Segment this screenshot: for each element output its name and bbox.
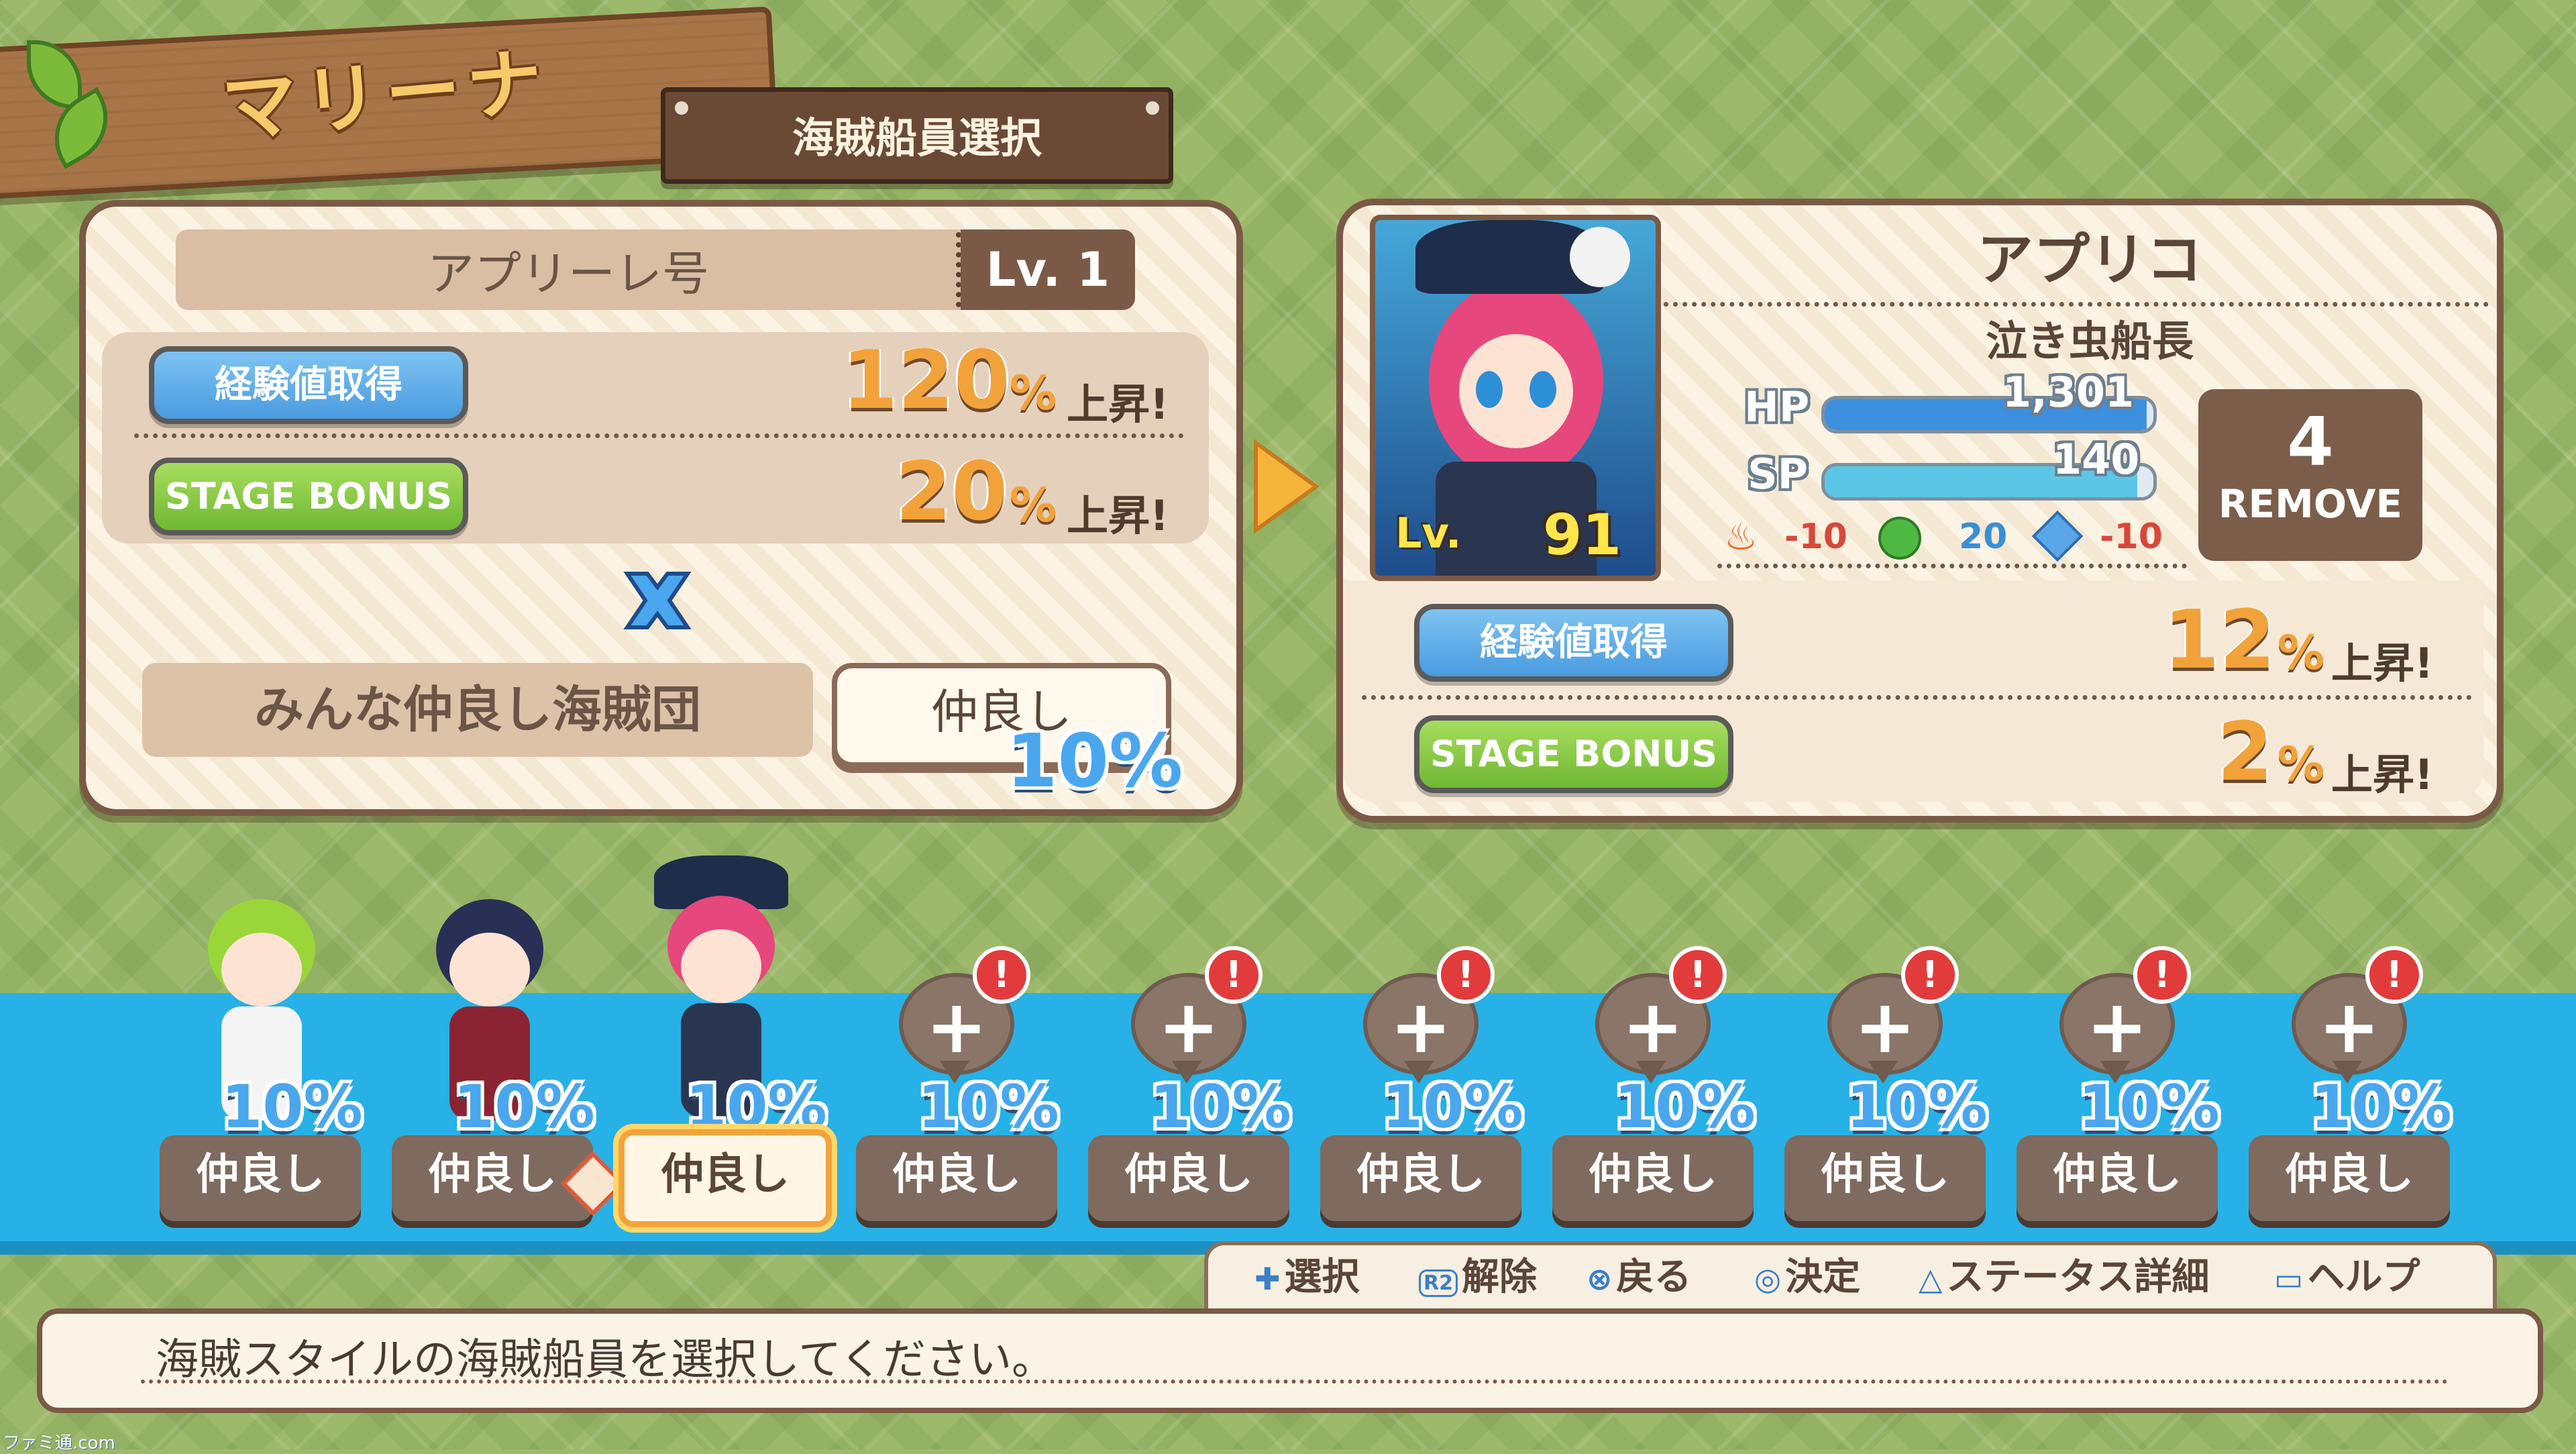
help-select-label: 選択 <box>1284 1255 1360 1299</box>
stage-percent: 20 <box>896 446 1008 539</box>
help-help-label: ヘルプ <box>2307 1255 2420 1299</box>
slot-percent: 10% <box>221 1072 363 1141</box>
exp-badge: 経験値取得 <box>149 346 468 424</box>
level-value: 91 <box>1543 502 1621 568</box>
crew-slot-button-2[interactable]: 仲良し <box>392 1135 593 1221</box>
slot-percent: 10% <box>1382 1072 1523 1141</box>
help-help: ▭ ヘルプ <box>2274 1247 2420 1301</box>
stage-bonus-badge: STAGE BONUS <box>149 458 468 535</box>
crew-slot-button-6[interactable]: 仲良し <box>1320 1135 1521 1221</box>
help-status-label: ステータス詳細 <box>1946 1255 2210 1299</box>
crew-slot-button-10[interactable]: 仲良し <box>2249 1135 2450 1221</box>
touchpad-icon: ▭ <box>2274 1261 2304 1297</box>
crew-slot-button-8[interactable]: 仲良し <box>1784 1135 1986 1221</box>
dpad-icon: ✚ <box>1254 1261 1281 1297</box>
slot-percent: 10% <box>1614 1072 1756 1141</box>
alert-icon: ! <box>1437 946 1495 1004</box>
wind-resist-value: 20 <box>1959 517 2008 557</box>
help-select: ✚ 選択 <box>1254 1247 1360 1301</box>
help-status: △ ステータス詳細 <box>1919 1247 2209 1301</box>
char-stage-percent: 2 <box>2217 706 2273 799</box>
exp-rise-text: 上昇! <box>1067 380 1169 429</box>
level-label: Lv. <box>1395 509 1462 558</box>
character-name: アプリコ <box>1976 227 2202 293</box>
fire-resist-value: -10 <box>1784 517 1847 557</box>
divider <box>1717 564 2187 568</box>
char-stage-percent-sign: % <box>2277 737 2325 792</box>
help-confirm-label: 決定 <box>1785 1255 1861 1299</box>
divider <box>1664 302 2489 307</box>
char-exp-percent: 12 <box>2163 594 2275 687</box>
character-title: 泣き虫船長 <box>1985 317 2194 366</box>
crew-group-name: みんな仲良し海賊団 <box>142 663 813 757</box>
help-release: R2 解除 <box>1419 1247 1537 1301</box>
divider <box>134 433 1184 438</box>
chibi-face <box>449 933 530 1006</box>
circle-button-icon: ◎ <box>1754 1261 1782 1297</box>
help-confirm: ◎ 決定 <box>1754 1247 1860 1301</box>
alert-icon: ! <box>2365 946 2423 1004</box>
remove-label: REMOVE <box>2218 481 2403 527</box>
slot-percent: 10% <box>453 1072 595 1141</box>
message-text: 海賊スタイルの海賊船員を選択してください。 <box>156 1335 1055 1385</box>
alert-icon: ! <box>1669 946 1727 1004</box>
friendship-percent: 10% <box>1006 718 1183 804</box>
arrow-right-icon <box>1249 436 1323 537</box>
cross-button-icon: ⊗ <box>1587 1261 1613 1297</box>
crew-slot-button-9[interactable]: 仲良し <box>2017 1135 2218 1221</box>
crew-slot-button-7[interactable]: 仲良し <box>1552 1135 1754 1221</box>
char-exp-badge: 経験値取得 <box>1414 604 1733 682</box>
cross-icon <box>617 560 698 641</box>
slot-percent: 10% <box>1846 1072 1988 1141</box>
crew-slot-button-5[interactable]: 仲良し <box>1088 1135 1289 1221</box>
screen-title-plaque: 海賊船員選択 <box>661 87 1173 184</box>
hp-value: 1,301 <box>2002 368 2135 417</box>
wind-icon <box>1878 517 1921 560</box>
slot-percent: 10% <box>1150 1072 1291 1141</box>
exp-percent-sign: % <box>1010 366 1057 421</box>
chibi-face <box>221 933 302 1006</box>
sp-label: SP <box>1748 450 1809 499</box>
char-exp-rise-text: 上昇! <box>2331 639 2434 688</box>
remove-count: 4 <box>2287 403 2334 481</box>
watermark: ファミ通.com <box>3 1433 115 1453</box>
ice-resist-value: -10 <box>2100 517 2163 557</box>
remove-button[interactable]: 4 REMOVE <box>2198 389 2422 561</box>
help-back: ⊗ 戻る <box>1587 1247 1692 1301</box>
help-back-label: 戻る <box>1616 1255 1692 1299</box>
exp-percent: 120 <box>842 334 1010 427</box>
chibi-face <box>681 929 761 1003</box>
crew-slot-button-3[interactable]: 仲良し <box>619 1129 832 1227</box>
char-stage-bonus-badge: STAGE BONUS <box>1414 715 1733 793</box>
crew-slot-button-1[interactable]: 仲良し <box>160 1135 361 1221</box>
alert-icon: ! <box>2133 946 2191 1004</box>
help-release-label: 解除 <box>1461 1255 1537 1299</box>
divider <box>1362 695 2472 700</box>
char-exp-percent-sign: % <box>2277 625 2325 680</box>
hp-label: HP <box>1744 382 1810 431</box>
slot-percent: 10% <box>2310 1072 2452 1141</box>
alert-icon: ! <box>973 946 1030 1004</box>
slot-percent: 10% <box>918 1072 1059 1141</box>
skull-icon <box>1570 227 1630 287</box>
alert-icon: ! <box>1901 946 1959 1004</box>
portrait-eye <box>1476 371 1503 408</box>
fire-icon: ♨ <box>1724 515 1758 559</box>
stage-rise-text: 上昇! <box>1067 491 1169 540</box>
char-stage-rise-text: 上昇! <box>2331 750 2434 799</box>
slot-percent: 10% <box>2078 1072 2220 1141</box>
crew-slot-button-4[interactable]: 仲良し <box>856 1135 1057 1221</box>
sp-value: 140 <box>2053 435 2140 484</box>
alert-icon: ! <box>1205 946 1263 1004</box>
message-divider <box>141 1380 2449 1384</box>
character-portrait: Lv. 91 <box>1370 215 1661 581</box>
triangle-button-icon: △ <box>1919 1261 1943 1297</box>
r2-icon: R2 <box>1419 1269 1458 1297</box>
ship-name: アプリーレ号 <box>427 246 709 301</box>
screen-title: 海賊船員選択 <box>792 113 1042 162</box>
stage-percent-sign: % <box>1010 478 1057 533</box>
portrait-eye <box>1529 371 1556 408</box>
ship-level: Lv. 1 <box>961 229 1135 310</box>
